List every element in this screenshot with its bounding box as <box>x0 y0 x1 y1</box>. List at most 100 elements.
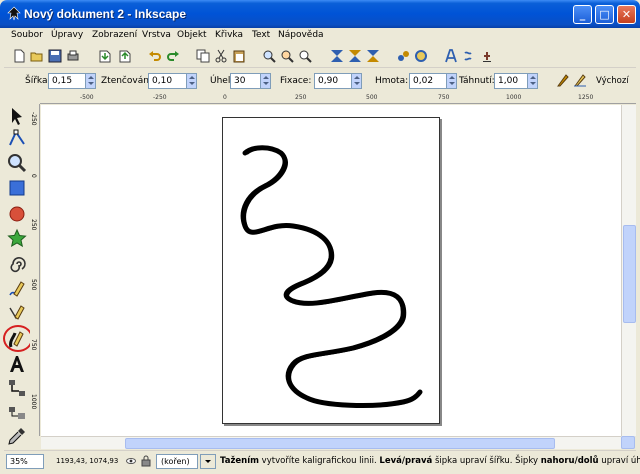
arrow-icon <box>12 108 22 125</box>
spiral-tool[interactable] <box>7 254 27 274</box>
xml-editor-icon[interactable] <box>462 49 476 63</box>
connector-icon <box>9 380 25 396</box>
star-tool[interactable] <box>7 228 27 248</box>
gradient-tool[interactable] <box>7 402 27 422</box>
thinning-value: 0,10 <box>152 76 173 86</box>
distribute-icon[interactable] <box>348 49 362 63</box>
pencil-icon <box>9 281 25 297</box>
ellipse-tool[interactable] <box>7 204 27 224</box>
dropper-tool[interactable] <box>7 426 27 446</box>
new-icon[interactable] <box>12 49 26 63</box>
zoom-tool[interactable] <box>7 153 27 173</box>
node-tool[interactable] <box>7 128 27 148</box>
vertical-scroll-thumb[interactable] <box>623 225 636 323</box>
align-icon[interactable] <box>330 49 344 63</box>
fixation-spinbox[interactable]: 0,90 <box>314 73 362 89</box>
rectangle-tool[interactable] <box>7 178 27 198</box>
pressure-icon[interactable] <box>556 73 570 87</box>
width-spinbox[interactable]: 0,15 <box>48 73 96 89</box>
minimize-button[interactable]: _ <box>573 5 592 24</box>
command-toolbar <box>4 45 636 68</box>
open-icon[interactable] <box>30 49 44 63</box>
h-tick: 0 <box>223 94 227 101</box>
layer-dropdown-button[interactable] <box>200 454 216 469</box>
export-icon[interactable] <box>118 49 132 63</box>
drawing-canvas[interactable] <box>41 105 621 436</box>
h-tick: -250 <box>153 94 167 101</box>
thinning-label: Ztenčování: <box>101 76 155 86</box>
save-icon[interactable] <box>48 49 62 63</box>
thinning-spinbox[interactable]: 0,10 <box>148 73 197 89</box>
menu-napoveda[interactable]: Nápověda <box>278 30 324 40</box>
node-icon <box>9 129 25 146</box>
menu-zobrazeni[interactable]: Zobrazení <box>92 30 137 40</box>
menu-upravy[interactable]: Úpravy <box>51 30 83 40</box>
zoom-drawing-icon[interactable] <box>280 49 294 63</box>
selector-tool[interactable] <box>7 106 27 126</box>
undo-icon[interactable] <box>148 49 162 63</box>
window-title: Nový dokument 2 - Inkscape <box>24 7 187 21</box>
print-icon[interactable] <box>66 49 80 63</box>
v-tick: 0 <box>30 174 37 178</box>
connector-tool[interactable] <box>7 378 27 398</box>
horizontal-scroll-thumb[interactable] <box>125 438 555 449</box>
circle-icon <box>9 206 25 222</box>
group-icon[interactable] <box>366 49 380 63</box>
menu-vrstva[interactable]: Vrstva <box>142 30 171 40</box>
status-bar: 35% 1193,43, 1074,93 (kořen) Tažením vyt… <box>4 450 640 471</box>
defaults-button[interactable]: Výchozí <box>596 76 629 86</box>
horizontal-ruler[interactable]: -500 -250 0 250 500 750 1000 1250 <box>40 94 636 104</box>
gradient-icon <box>9 407 25 419</box>
text-font-icon[interactable] <box>444 49 458 63</box>
h-tick: 1250 <box>578 94 594 101</box>
redo-icon[interactable] <box>166 49 180 63</box>
menu-krivka[interactable]: Křivka <box>215 30 243 40</box>
v-tick: -250 <box>30 112 37 126</box>
cut-icon[interactable] <box>214 49 228 63</box>
import-icon[interactable] <box>98 49 112 63</box>
eye-icon[interactable] <box>126 456 136 466</box>
fixation-label: Fixace: <box>280 76 312 86</box>
tilt-icon[interactable] <box>573 73 587 87</box>
mass-label: Hmota: <box>375 76 409 86</box>
magnifier-icon <box>8 154 27 173</box>
drag-spinbox[interactable]: 1,00 <box>494 73 538 89</box>
chevron-down-icon <box>205 460 211 463</box>
scroll-corner-button[interactable] <box>621 436 635 449</box>
copy-icon[interactable] <box>196 49 210 63</box>
pencil-tool[interactable] <box>7 280 27 300</box>
preferences-icon[interactable] <box>480 49 494 63</box>
text-tool[interactable] <box>7 354 27 374</box>
menu-bar: Soubor Úpravy Zobrazení Vrstva Objekt Kř… <box>4 28 636 45</box>
h-tick: 1000 <box>506 94 522 101</box>
angle-spinbox[interactable]: 30 <box>230 73 271 89</box>
v-tick: 250 <box>30 219 37 231</box>
text-a-icon <box>10 356 24 372</box>
inkscape-logo-icon <box>7 6 21 21</box>
menu-text[interactable]: Text <box>252 30 270 40</box>
document-page <box>222 117 440 424</box>
ungroup-icon[interactable] <box>396 49 410 63</box>
toolbox <box>4 104 30 449</box>
v-tick: 1000 <box>30 394 37 410</box>
horizontal-scrollbar[interactable] <box>41 436 621 449</box>
lock-icon[interactable] <box>141 455 151 467</box>
pen-tool[interactable] <box>7 304 27 324</box>
zoom-page-icon[interactable] <box>298 49 312 63</box>
menu-objekt[interactable]: Objekt <box>177 30 207 40</box>
ruler-corner <box>30 94 40 104</box>
zoom-selection-icon[interactable] <box>262 49 276 63</box>
mass-spinbox[interactable]: 0,02 <box>409 73 457 89</box>
close-button[interactable]: ✕ <box>617 5 636 24</box>
drag-value: 1,00 <box>498 76 519 86</box>
maximize-button[interactable]: □ <box>595 5 614 24</box>
tool-controls-bar: Šířka: 0,15 Ztenčování: 0,10 Úhel: 30 Fi… <box>4 69 636 93</box>
fixation-value: 0,90 <box>318 76 339 86</box>
fill-stroke-icon[interactable] <box>414 49 428 63</box>
vertical-ruler[interactable]: -250 0 250 500 750 1000 <box>30 104 40 436</box>
zoom-field[interactable]: 35% <box>6 454 44 469</box>
layer-selector[interactable]: (kořen) <box>156 454 198 469</box>
menu-soubor[interactable]: Soubor <box>11 30 43 40</box>
paste-icon[interactable] <box>232 49 246 63</box>
vertical-scrollbar[interactable] <box>621 105 636 436</box>
